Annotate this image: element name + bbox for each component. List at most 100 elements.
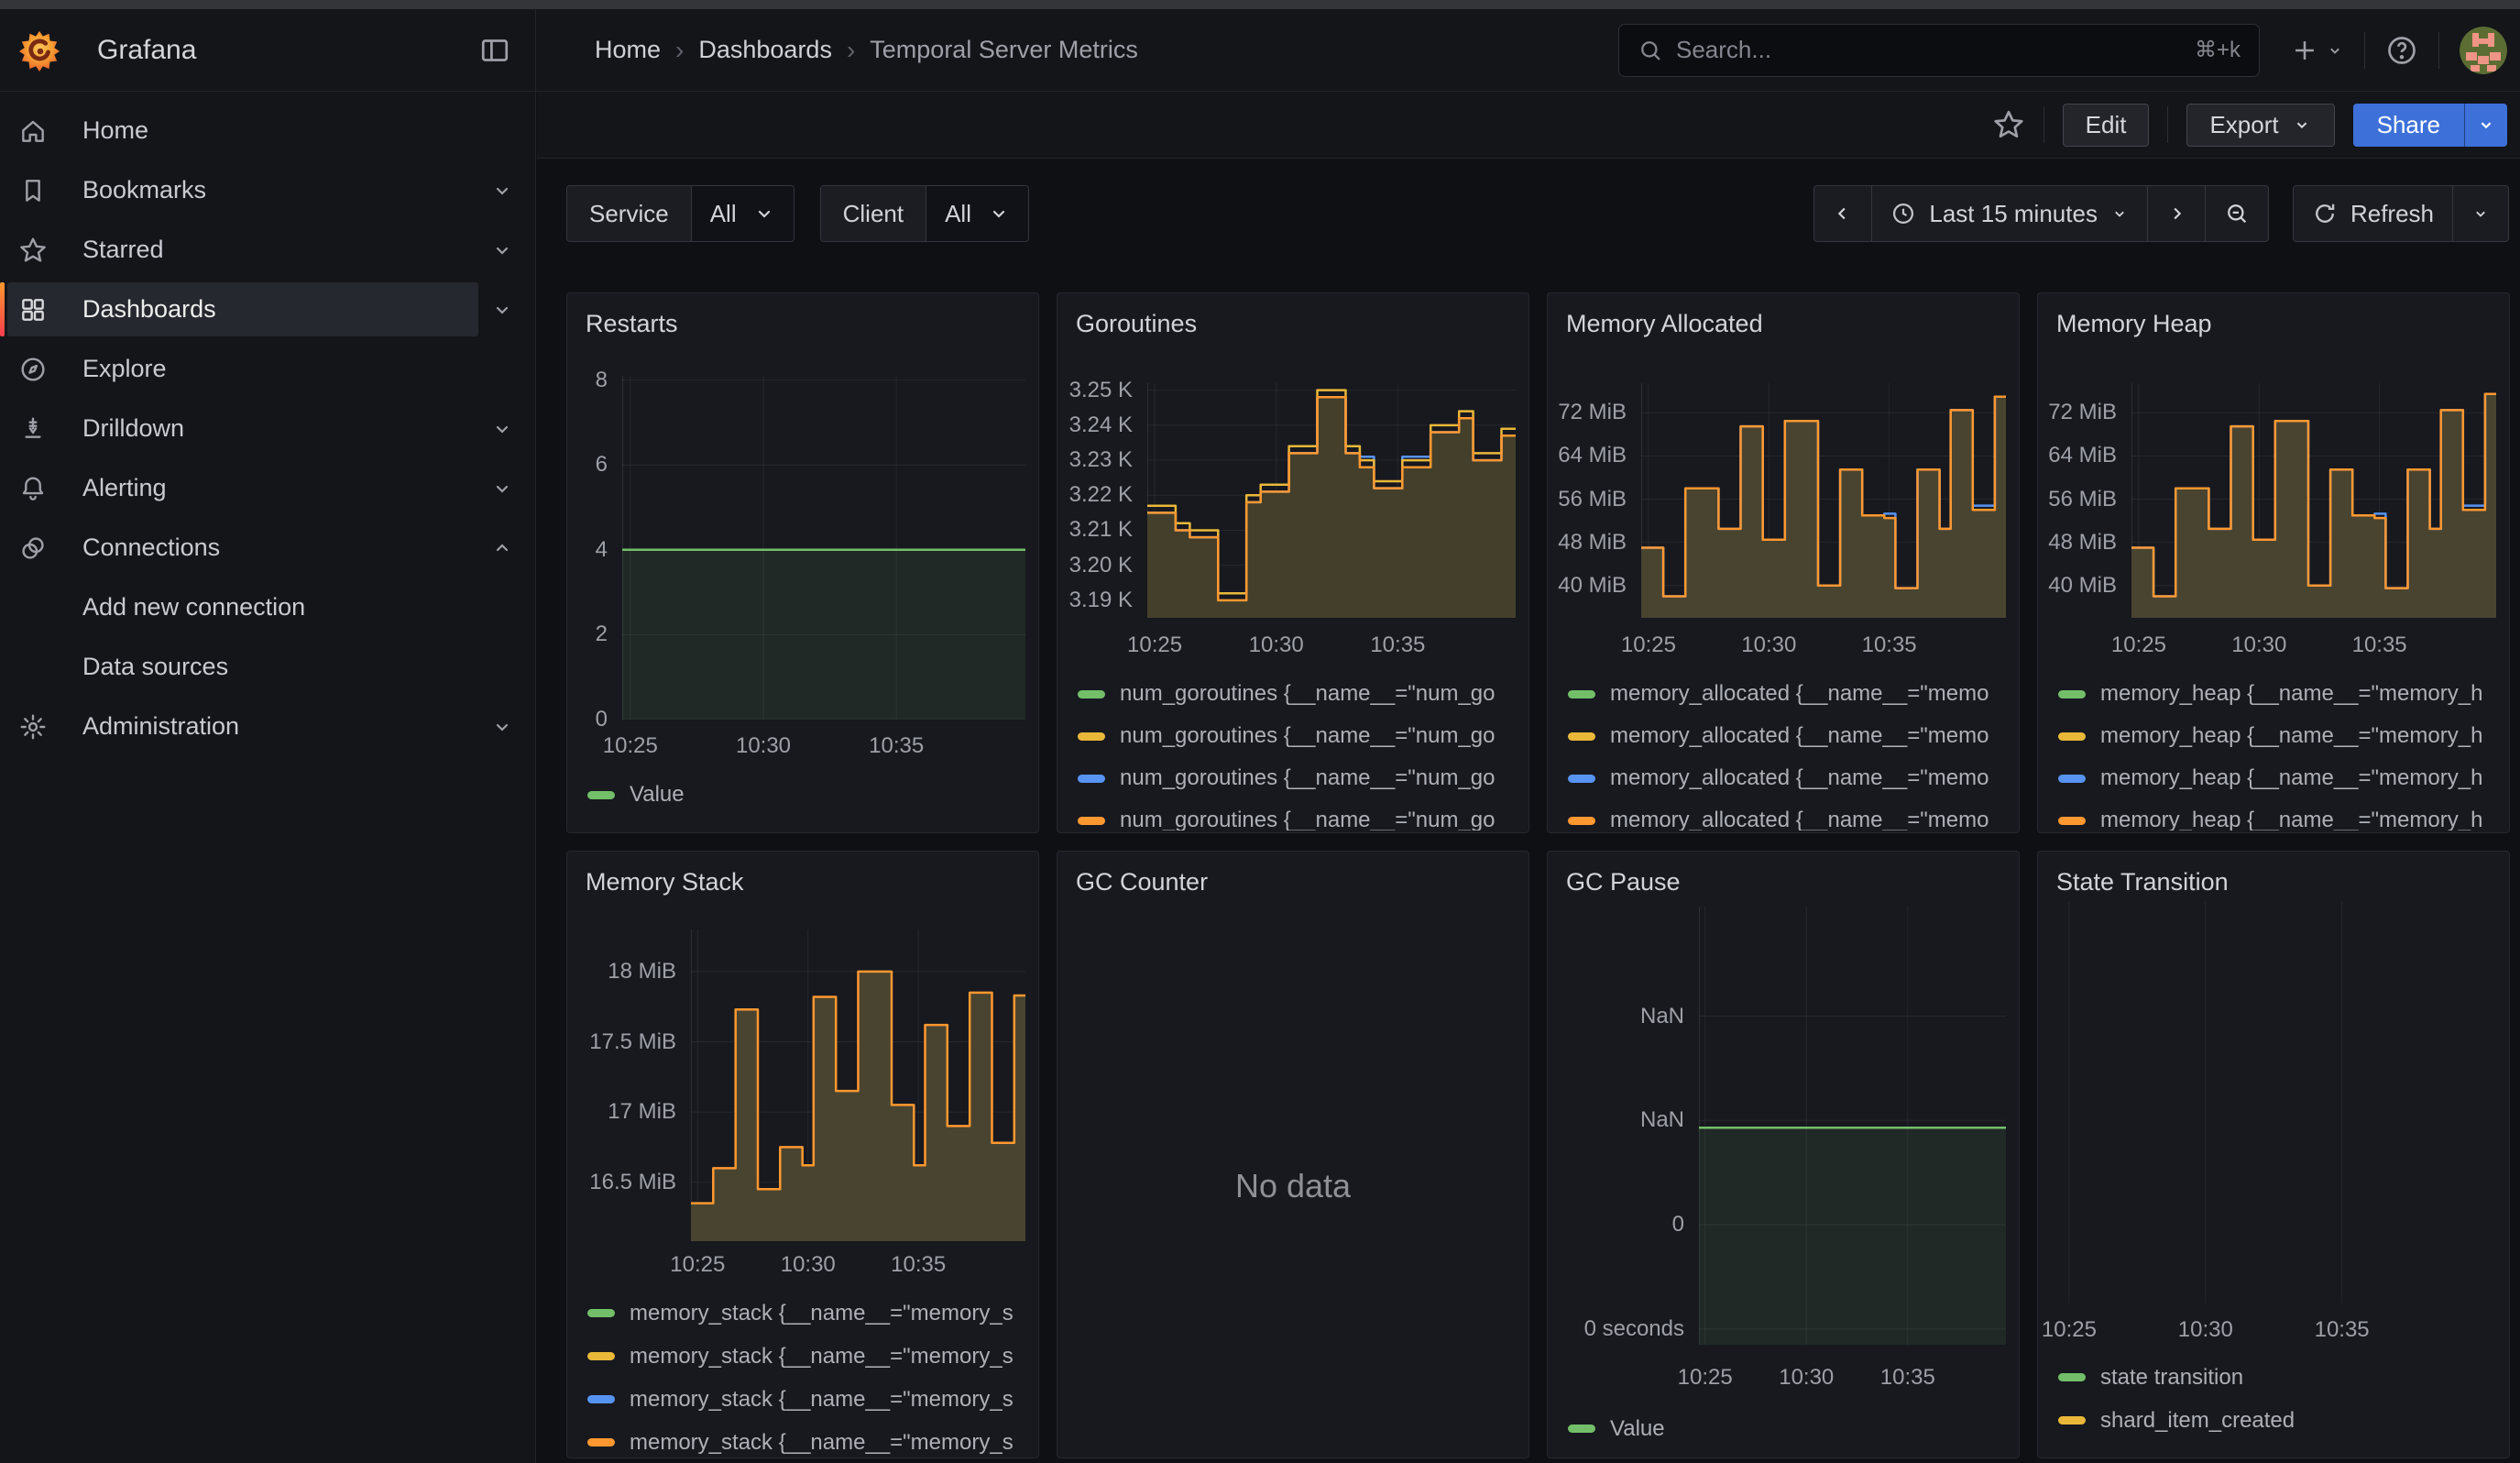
breadcrumb-dashboards[interactable]: Dashboards — [698, 36, 832, 64]
legend-item[interactable]: memory_stack {__name__="memory_s — [567, 1421, 1033, 1458]
panel-mem-heap: Memory Heap 72 MiB64 MiB56 MiB48 MiB40 M… — [2037, 292, 2510, 833]
y-axis-tick: 3.20 K — [1057, 553, 1133, 578]
refresh-interval-caret[interactable] — [2453, 186, 2508, 241]
chart-plot-area[interactable] — [1699, 907, 2006, 1345]
sidebar-item-label: Administration — [82, 712, 239, 741]
refresh-button[interactable]: Refresh — [2294, 186, 2453, 241]
top-bar-right: Home › Dashboards › Temporal Server Metr… — [536, 9, 2520, 91]
y-axis-tick: 40 MiB — [2038, 573, 2117, 599]
time-range-picker[interactable]: Last 15 minutes — [1872, 186, 2148, 241]
dashboard-actions-row: Edit Export Share — [537, 92, 2520, 159]
favorite-star-icon[interactable] — [1992, 108, 2025, 141]
sidebar-item-alerting[interactable]: Alerting — [0, 458, 535, 518]
legend-item[interactable]: Value — [567, 774, 1033, 816]
legend-item[interactable]: num_goroutines {__name__="num_go — [1057, 799, 1523, 830]
search-box[interactable]: ⌘+k — [1618, 24, 2260, 77]
chevron-down-icon — [2110, 204, 2129, 223]
section-toggle[interactable] — [491, 537, 513, 559]
sidebar-item-home[interactable]: Home — [0, 101, 535, 160]
zoom-out-button[interactable] — [2206, 186, 2268, 241]
search-input[interactable] — [1676, 36, 2182, 64]
sidebar-item-bookmarks[interactable]: Bookmarks — [0, 160, 535, 220]
sidebar-item-dashboards[interactable]: Dashboards — [0, 280, 535, 339]
legend-item[interactable]: memory_heap {__name__="memory_h — [2038, 673, 2504, 715]
section-toggle[interactable] — [491, 478, 513, 500]
chevron-down-icon — [491, 716, 513, 738]
share-button[interactable]: Share — [2353, 104, 2464, 147]
active-highlight — [7, 521, 478, 575]
chart-plot-area[interactable] — [1641, 383, 2006, 618]
y-axis-tick: 2 — [567, 622, 608, 647]
legend-item[interactable]: num_goroutines {__name__="num_go — [1057, 715, 1523, 757]
variable-value-dropdown[interactable]: All — [692, 186, 794, 241]
legend-item[interactable]: memory_allocated {__name__="memo — [1548, 757, 2013, 799]
chart-plot-area[interactable] — [2049, 902, 2496, 1304]
legend-series-label: memory_heap {__name__="memory_h — [2100, 681, 2482, 707]
export-button[interactable]: Export — [2186, 104, 2334, 147]
share-menu-caret[interactable] — [2464, 104, 2507, 147]
sidebar-item-drilldown[interactable]: Drilldown — [0, 399, 535, 458]
variable-value-dropdown[interactable]: All — [926, 186, 1028, 241]
sidebar-item-add-new-connection[interactable]: Add new connection — [0, 578, 535, 637]
legend-item[interactable]: memory_heap {__name__="memory_h — [2038, 715, 2504, 757]
legend-series-color — [1078, 690, 1105, 698]
section-toggle[interactable] — [491, 299, 513, 321]
edit-button[interactable]: Edit — [2063, 104, 2150, 147]
panel-body: 3.25 K3.24 K3.23 K3.22 K3.21 K3.20 K3.19… — [1057, 293, 1528, 832]
y-axis-tick: 3.21 K — [1057, 517, 1133, 543]
breadcrumb-separator: › — [847, 36, 855, 65]
add-menu-button[interactable] — [2289, 35, 2344, 66]
y-axis-tick: 8 — [567, 368, 608, 393]
dock-sidebar-icon[interactable] — [478, 34, 511, 67]
variable-service: ServiceAll — [566, 185, 794, 242]
legend-item[interactable]: num_goroutines {__name__="num_go — [1057, 673, 1523, 715]
legend-item[interactable]: memory_allocated {__name__="memo — [1548, 799, 2013, 830]
section-toggle[interactable] — [491, 180, 513, 202]
sidebar-item-data-sources[interactable]: Data sources — [0, 637, 535, 697]
chart-plot-area[interactable] — [1147, 383, 1516, 618]
section-toggle[interactable] — [491, 239, 513, 261]
search-icon — [1638, 38, 1663, 63]
legend-item[interactable]: num_goroutines {__name__="num_go — [1057, 757, 1523, 799]
breadcrumb-separator: › — [675, 36, 684, 65]
legend-item[interactable]: memory_stack {__name__="memory_s — [567, 1292, 1033, 1335]
sidebar-item-administration[interactable]: Administration — [0, 697, 535, 756]
legend-item[interactable]: memory_allocated {__name__="memo — [1548, 673, 2013, 715]
time-back-button[interactable] — [1814, 186, 1872, 241]
legend-item[interactable]: Value — [1548, 1407, 2013, 1450]
breadcrumb-home[interactable]: Home — [595, 36, 661, 64]
time-forward-button[interactable] — [2148, 186, 2206, 241]
x-axis-tick: 10:25 — [603, 733, 658, 759]
section-toggle[interactable] — [491, 418, 513, 440]
panel-restarts: Restarts 8642010:2510:3010:35Value — [566, 292, 1039, 833]
time-picker-group: Last 15 minutes — [1813, 185, 2269, 242]
active-highlight — [7, 402, 478, 456]
sidebar-item-explore[interactable]: Explore — [0, 339, 535, 399]
legend-item[interactable]: memory_stack {__name__="memory_s — [567, 1335, 1033, 1378]
sidebar-item-starred[interactable]: Starred — [0, 220, 535, 280]
legend-item[interactable]: memory_heap {__name__="memory_h — [2038, 757, 2504, 799]
sidebar-item-connections[interactable]: Connections — [0, 518, 535, 578]
chart-plot-area[interactable] — [622, 376, 1025, 720]
chart-plot-area[interactable] — [691, 930, 1025, 1241]
legend-series-color — [587, 791, 615, 799]
chart-plot-area[interactable] — [2131, 383, 2496, 618]
help-icon[interactable] — [2385, 34, 2418, 67]
chevron-down-icon — [2326, 41, 2344, 60]
legend-series-color — [1078, 732, 1105, 741]
legend-item[interactable]: memory_stack {__name__="memory_s — [567, 1378, 1033, 1421]
section-toggle[interactable] — [491, 716, 513, 738]
variable-label[interactable]: Client — [821, 186, 926, 241]
chevron-down-icon — [753, 203, 775, 225]
variable-label[interactable]: Service — [567, 186, 692, 241]
active-highlight — [7, 699, 478, 754]
no-data-message: No data — [1057, 1167, 1528, 1205]
legend-item[interactable]: shard_item_created — [2038, 1399, 2504, 1442]
x-axis-tick: 10:25 — [2111, 632, 2166, 658]
user-avatar[interactable] — [2460, 27, 2507, 74]
legend-item[interactable]: memory_heap {__name__="memory_h — [2038, 799, 2504, 830]
legend-item[interactable]: state transition — [2038, 1356, 2504, 1399]
x-axis-tick: 10:35 — [1880, 1365, 1935, 1391]
legend-series-label: num_goroutines {__name__="num_go — [1120, 681, 1496, 707]
legend-item[interactable]: memory_allocated {__name__="memo — [1548, 715, 2013, 757]
